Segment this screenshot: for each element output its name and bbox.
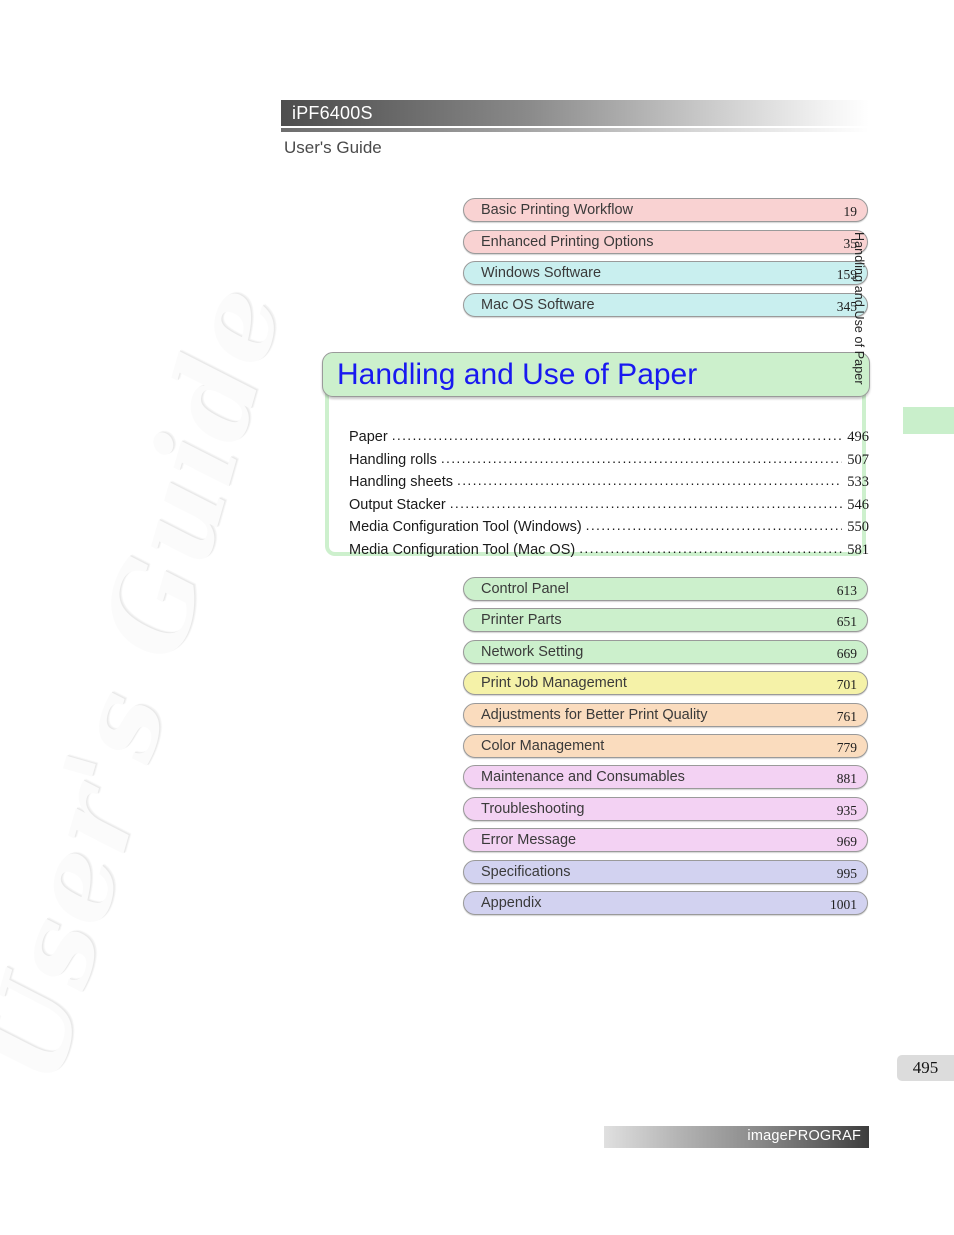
toc-entry-label: Handling sheets	[349, 474, 453, 490]
page-number-tab: 495	[897, 1055, 954, 1081]
toc-entry-page-number: 496	[847, 429, 869, 445]
current-chapter-title: Handling and Use of Paper	[337, 358, 698, 391]
header-gradient-bar: iPF6400S	[281, 100, 869, 126]
chapter-bar-label: Enhanced Printing Options	[481, 233, 654, 250]
chapter-bar[interactable]: Error Message 969	[463, 828, 868, 853]
chapter-bar-label: Print Job Management	[481, 675, 627, 692]
side-tab-marker	[903, 407, 954, 434]
toc-entry-label: Media Configuration Tool (Mac OS)	[349, 541, 576, 558]
chapter-bar[interactable]: Printer Parts 651	[463, 608, 868, 633]
chapter-bar-label: Adjustments for Better Print Quality	[481, 706, 708, 723]
chapter-bar-page-number: 779	[836, 740, 857, 755]
toc-entry[interactable]: Media Configuration Tool (Mac OS).......…	[349, 541, 869, 564]
chapter-bar[interactable]: Troubleshooting 935	[463, 796, 868, 821]
chapter-bar[interactable]: Mac OS Software 345	[463, 292, 868, 317]
chapter-bar[interactable]: Control Panel 613	[463, 577, 868, 601]
chapter-bar[interactable]: Enhanced Printing Options 35	[463, 229, 868, 254]
chapter-bar-page-number: 613	[836, 583, 857, 598]
chapter-bar-label: Control Panel	[481, 581, 569, 597]
chapter-bar[interactable]: Maintenance and Consumables 881	[463, 765, 868, 790]
toc-entry[interactable]: Paper...................................…	[349, 428, 869, 451]
chapter-bar-label: Error Message	[481, 832, 577, 849]
chapter-bar-page-number: 995	[836, 865, 857, 881]
chapter-bar-page-number: 761	[836, 708, 857, 724]
footer-gradient-bar: imagePROGRAF	[604, 1126, 869, 1148]
chapter-bar-page-number: 669	[836, 645, 857, 661]
document-subtitle: User's Guide	[284, 138, 382, 157]
chapter-bar[interactable]: Windows Software 159	[463, 261, 868, 285]
toc-entry-page-number: 546	[847, 496, 869, 513]
toc-entry-leader: ........................................…	[449, 495, 843, 511]
toc-entry-leader: ........................................…	[440, 450, 842, 466]
current-chapter-header[interactable]: Handling and Use of Paper	[322, 352, 870, 397]
toc-entry-leader: ........................................…	[391, 428, 843, 443]
brand-name: imagePROGRAF	[747, 1128, 861, 1144]
toc-entry[interactable]: Handling rolls..........................…	[349, 451, 869, 474]
chapter-bar-label: Color Management	[481, 738, 605, 754]
toc-entry-page-number: 581	[847, 541, 869, 558]
side-tab-label: Handling and Use of Paper	[852, 232, 866, 385]
current-chapter-toc-panel: Paper...................................…	[325, 376, 869, 558]
chapter-bar-label: Mac OS Software	[481, 296, 595, 313]
chapter-bar-label: Appendix	[481, 895, 542, 911]
chapter-bar-label: Network Setting	[481, 643, 584, 660]
chapter-bar-label: Basic Printing Workflow	[481, 202, 634, 218]
toc-entry[interactable]: Media Configuration Tool (Windows)......…	[349, 518, 869, 541]
chapter-bar-page-number: 969	[836, 834, 857, 850]
toc-entry-leader: ........................................…	[457, 473, 843, 488]
toc-entry-leader: ........................................…	[585, 518, 843, 533]
chapter-bar[interactable]: Print Job Management 701	[463, 671, 868, 696]
chapter-bar-label: Printer Parts	[481, 612, 562, 629]
toc-entry-page-number: 507	[847, 451, 869, 468]
toc-entry-label: Handling rolls	[349, 451, 437, 468]
chapter-bar-page-number: 935	[836, 802, 857, 818]
toc-entry[interactable]: Output Stacker..........................…	[349, 496, 869, 519]
chapter-bar[interactable]: Network Setting 669	[463, 639, 868, 664]
chapter-bar-label: Maintenance and Consumables	[481, 769, 685, 786]
header-divider-rule	[281, 128, 869, 132]
chapter-bar-page-number: 19	[843, 204, 858, 219]
toc-entry-page-number: 550	[847, 519, 869, 535]
chapter-bar[interactable]: Basic Printing Workflow 19	[463, 198, 868, 222]
chapter-bar-label: Windows Software	[481, 265, 602, 281]
toc-entry-label: Media Configuration Tool (Windows)	[349, 519, 582, 535]
toc-entry-label: Output Stacker	[349, 496, 446, 513]
toc-entry-page-number: 533	[847, 474, 869, 490]
chapter-bar-label: Specifications	[481, 863, 571, 880]
chapter-bar[interactable]: Color Management 779	[463, 734, 868, 758]
toc-entry-leader: ........................................…	[579, 540, 843, 556]
chapter-bar-page-number: 881	[836, 771, 857, 787]
chapter-bar[interactable]: Adjustments for Better Print Quality 761	[463, 702, 868, 727]
chapter-bar[interactable]: Appendix 1001	[463, 891, 868, 915]
chapter-bar-page-number: 651	[836, 614, 857, 630]
chapter-bar-page-number: 1001	[830, 897, 857, 912]
printer-model-title: iPF6400S	[292, 103, 373, 123]
toc-entry[interactable]: Handling sheets.........................…	[349, 473, 869, 496]
chapter-bar[interactable]: Specifications 995	[463, 859, 868, 884]
chapter-bar-page-number: 701	[836, 677, 857, 693]
chapter-bar-label: Troubleshooting	[481, 800, 585, 817]
toc-entry-label: Paper	[349, 429, 388, 445]
chapter-toc-list: Paper...................................…	[349, 428, 869, 563]
watermark-users-guide: User's Guide	[0, 271, 309, 1096]
